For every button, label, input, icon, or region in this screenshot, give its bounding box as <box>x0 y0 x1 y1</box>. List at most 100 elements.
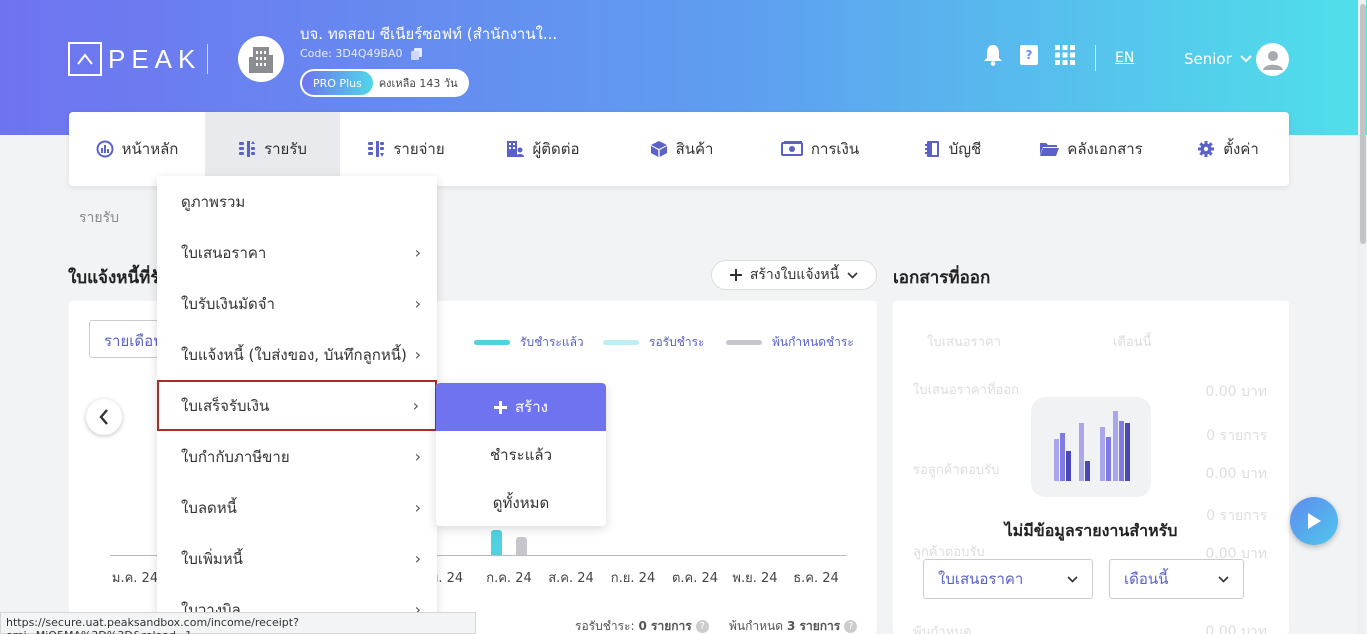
nav-item-contacts[interactable]: ผู้ติดต่อ <box>472 112 614 186</box>
submenu-view-all[interactable]: ดูทั้งหมด <box>436 479 606 526</box>
menu-item-overview[interactable]: ดูภาพรวม <box>157 176 437 227</box>
help-icon[interactable]: ? <box>844 620 858 633</box>
chart-prev-button[interactable] <box>86 399 122 435</box>
menu-item-deposit-receipt[interactable]: ใบรับเงินมัดจำ › <box>157 278 437 329</box>
x-tick: ส.ค. 24 <box>548 571 594 586</box>
legend-swatch-overdue <box>726 340 762 345</box>
breadcrumb[interactable]: รายรับ <box>79 207 119 229</box>
ghost-row-value: 0 รายการ <box>1206 428 1267 444</box>
pending-label: รอรับชำระ: <box>575 619 635 633</box>
help-icon[interactable]: ? <box>695 620 709 633</box>
menu-item-tax-invoice[interactable]: ใบกำกับภาษีขาย › <box>157 431 437 482</box>
product-box-icon <box>650 140 668 158</box>
overdue-value: 3 รายการ <box>787 619 841 633</box>
language-switch[interactable]: EN <box>1115 50 1134 66</box>
nav-item-dashboard[interactable]: หน้าหลัก <box>69 112 205 186</box>
dashboard-icon <box>96 140 114 158</box>
bar-paid-jul <box>491 530 502 555</box>
play-tutorial-button[interactable] <box>1290 497 1338 545</box>
section-title: ใบแจ้งหนี้ที่รั <box>68 268 160 288</box>
nav-label-documents: คลังเอกสาร <box>1067 140 1143 158</box>
header-divider-right <box>1095 45 1096 71</box>
ghost-select-period: เดือนนี้ <box>1113 335 1152 350</box>
plan-badge: PRO Plus <box>302 71 373 95</box>
nav-item-products[interactable]: สินค้า <box>614 112 749 186</box>
svg-text:?: ? <box>1026 48 1033 62</box>
menu-item-debit-note[interactable]: ใบเพิ่มหนี้ › <box>157 533 437 584</box>
pending-value: 0 รายการ <box>638 619 692 633</box>
bell-icon[interactable] <box>982 44 1004 66</box>
peak-logo[interactable]: PEAK <box>68 42 201 76</box>
page-scrollbar-thumb[interactable] <box>1360 4 1366 244</box>
menu-item-invoice[interactable]: ใบแจ้งหนี้ (ใบส่งของ, บันทึกลูกหนี้) › <box>157 329 437 380</box>
nav-label-finance: การเงิน <box>810 140 860 158</box>
company-building-icon[interactable] <box>238 36 284 82</box>
nav-label-dashboard: หน้าหลัก <box>121 140 179 158</box>
bar-overdue-jul <box>516 537 527 555</box>
menu-item-label: ใบลดหนี้ <box>181 498 237 517</box>
period-select-right[interactable]: เดือนนี้ <box>1109 559 1244 599</box>
submenu-create-button[interactable]: สร้าง <box>436 383 606 431</box>
legend-item-paid: รับชำระแล้ว <box>474 333 584 352</box>
header-divider <box>207 44 208 74</box>
user-name: Senior <box>1184 50 1232 68</box>
legend-label-paid: รับชำระแล้ว <box>520 335 584 349</box>
docs-panel-title: เอกสารที่ออก <box>893 268 991 288</box>
menu-item-label: ใบเสร็จรับเงิน <box>181 396 270 415</box>
empty-state-text: ไม่มีข้อมูลรายงานสำหรับ <box>1004 521 1178 540</box>
play-icon <box>1308 513 1321 529</box>
nav-item-finance[interactable]: การเงิน <box>749 112 891 186</box>
overdue-stat: พ้นกำหนด 3 รายการ ? <box>729 617 858 634</box>
copy-icon[interactable] <box>410 47 422 60</box>
ghost-row-label: พ้นกำหนด <box>913 625 972 634</box>
gear-icon <box>1197 140 1215 158</box>
nav-item-income[interactable]: รายรับ <box>205 112 340 186</box>
legend-swatch-pending <box>603 340 639 345</box>
ghost-row-value: 0.00 บาท <box>1205 384 1267 400</box>
x-tick: ม.ค. 24 <box>111 571 159 586</box>
ghost-row-label: ใบเสนอราคาที่ออก <box>913 383 1020 398</box>
chevron-right-icon: › <box>414 294 421 313</box>
doc-type-select[interactable]: ใบเสนอราคา <box>923 559 1093 599</box>
ghost-row-value: 0.00 บาท <box>1205 466 1267 482</box>
help-book-icon[interactable]: ? <box>1018 44 1040 66</box>
chevron-down-icon <box>1218 575 1229 583</box>
menu-item-label: ใบเสนอราคา <box>181 243 267 262</box>
plan-pill[interactable]: PRO Plus คงเหลือ 143 วัน <box>300 69 469 97</box>
menu-item-receipt[interactable]: ใบเสร็จรับเงิน › <box>157 380 437 431</box>
legend-label-pending: รอรับชำระ <box>649 335 705 349</box>
submenu-paid[interactable]: ชำระแล้ว <box>436 431 606 479</box>
nav-label-settings: ตั้งค่า <box>1223 140 1259 158</box>
menu-item-quotation[interactable]: ใบเสนอราคา › <box>157 227 437 278</box>
menu-item-credit-note[interactable]: ใบลดหนี้ › <box>157 482 437 533</box>
plus-icon <box>729 269 742 281</box>
nav-item-accounting[interactable]: บัญชี <box>891 112 1015 186</box>
nav-item-settings[interactable]: ตั้งค่า <box>1167 112 1289 186</box>
doc-type-select-value: ใบเสนอราคา <box>938 570 1024 588</box>
nav-item-expense[interactable]: รายจ่าย <box>340 112 472 186</box>
chevron-down-icon <box>1240 55 1252 63</box>
income-icon <box>238 140 256 158</box>
company-name[interactable]: บจ. ทดสอบ ซีเนียร์ซอฟท์ (สำนักงานใ... <box>300 22 557 46</box>
apps-grid-icon[interactable] <box>1054 44 1076 66</box>
ledger-icon <box>924 140 941 158</box>
user-avatar-icon[interactable] <box>1256 43 1289 76</box>
chevron-right-icon: › <box>414 447 421 466</box>
menu-item-label: ใบรับเงินมัดจำ <box>181 294 275 313</box>
income-dropdown-menu: ดูภาพรวม ใบเสนอราคา › ใบรับเงินมัดจำ › ใบแ… <box>157 176 437 634</box>
submenu-create-label: สร้าง <box>515 398 548 416</box>
create-invoice-button[interactable]: สร้างใบแจ้งหนี้ <box>711 260 877 290</box>
plus-icon <box>494 400 508 414</box>
user-menu[interactable]: Senior <box>1184 50 1252 68</box>
legend-swatch-paid <box>474 340 510 345</box>
x-tick: ต.ค. 24 <box>671 571 719 586</box>
x-tick: พ.ย. 24 <box>732 571 778 586</box>
period-select-right-value: เดือนนี้ <box>1124 570 1169 588</box>
nav-item-documents[interactable]: คลังเอกสาร <box>1015 112 1167 186</box>
docs-issued-card: ใบเสนอราคา เดือนนี้ ใบเสนอราคาที่ออก 0.0… <box>893 301 1289 634</box>
nav-label-expense: รายจ่าย <box>393 140 445 158</box>
chevron-right-icon: › <box>414 498 421 517</box>
legend-label-overdue: พ้นกำหนดชำระ <box>772 335 854 349</box>
ghost-row-value: 0.00 บาท <box>1205 624 1267 634</box>
chevron-down-icon <box>847 271 858 279</box>
